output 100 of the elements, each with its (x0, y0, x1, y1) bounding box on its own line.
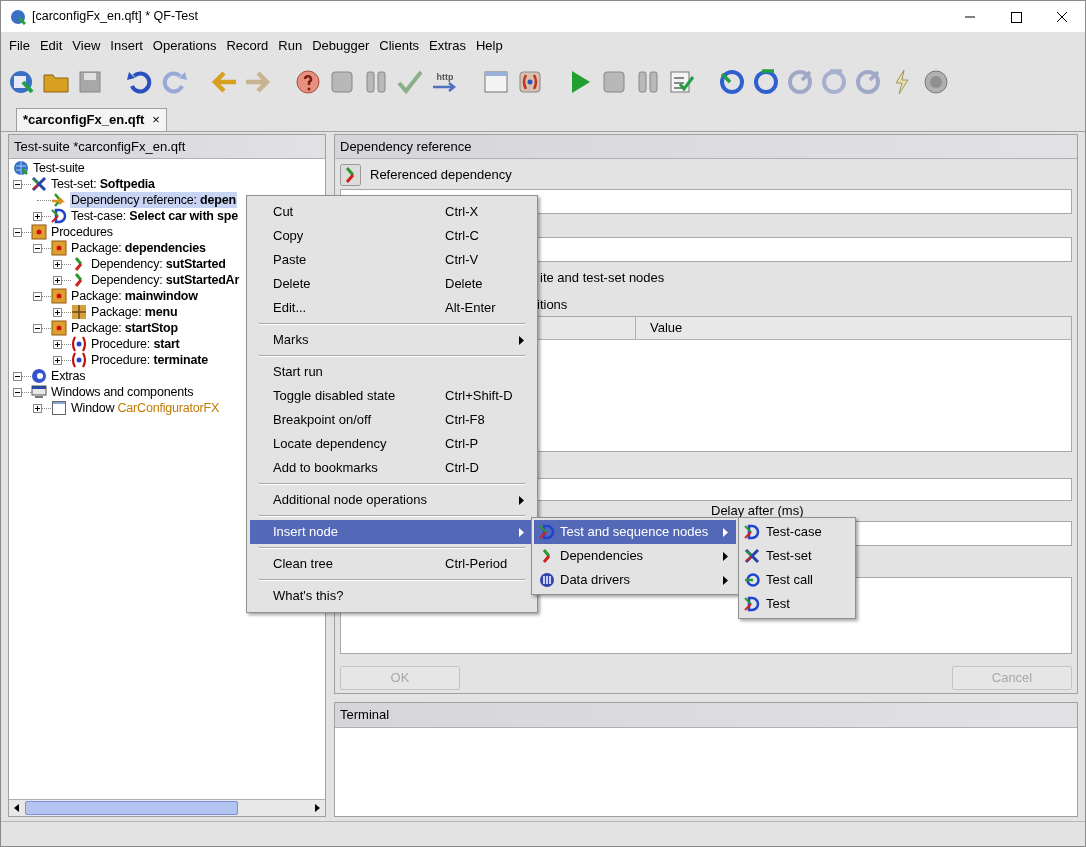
tree-item[interactable]: Window CarConfiguratorFX (70, 400, 221, 416)
menu-item[interactable]: Copy Ctrl-C (250, 224, 534, 248)
expand-toggle[interactable] (53, 355, 62, 365)
test-suite-icon[interactable] (8, 68, 36, 96)
tree-item[interactable]: Package: mainwindow (70, 288, 199, 304)
skip-over-icon[interactable] (820, 68, 848, 96)
tree-item[interactable]: Procedure: terminate (90, 352, 209, 368)
redo-icon[interactable] (160, 68, 188, 96)
checkbox-label: ite and test-set nodes (540, 269, 665, 288)
tree-item[interactable]: Dependency: sutStartedAr (90, 272, 241, 288)
horizontal-scrollbar[interactable] (9, 799, 325, 816)
menu-bar-item[interactable]: Extras (424, 36, 471, 56)
stop-icon[interactable] (600, 68, 628, 96)
package-icon (51, 320, 67, 336)
expand-toggle[interactable] (53, 339, 62, 349)
collapse-toggle[interactable] (13, 179, 22, 189)
menu-item[interactable]: Toggle disabled state Ctrl+Shift-D (250, 384, 534, 408)
http-button[interactable]: http (430, 68, 460, 96)
menu-item[interactable]: Delete Delete (250, 272, 534, 296)
menu-item[interactable]: Marks (250, 328, 534, 352)
menu-item[interactable]: Paste Ctrl-V (250, 248, 534, 272)
document-tab[interactable]: *carconfigFx_en.qft × (16, 108, 167, 131)
step-out-icon[interactable] (786, 68, 814, 96)
window-icon (51, 400, 67, 416)
tree-item[interactable]: Test-suite (32, 160, 86, 176)
window-icon[interactable] (482, 68, 510, 96)
tree-item[interactable]: Procedures (50, 224, 114, 240)
expand-toggle[interactable] (53, 259, 62, 269)
menu-item[interactable]: Add to bookmarks Ctrl-D (250, 456, 534, 480)
step-over-icon[interactable] (752, 68, 780, 96)
menu-item[interactable]: Additional node operations (250, 488, 534, 512)
tree-item[interactable]: Package: startStop (70, 320, 179, 336)
help-icon[interactable] (294, 68, 322, 96)
tree-item[interactable]: Windows and components (50, 384, 195, 400)
procedure-icon (71, 336, 87, 352)
collapse-toggle[interactable] (33, 291, 42, 301)
collapse-toggle[interactable] (13, 371, 22, 381)
menu-item[interactable]: Insert node (250, 520, 534, 544)
menu-bar-item[interactable]: Operations (147, 36, 222, 56)
menu-item[interactable]: Test (741, 592, 853, 616)
package-icon (31, 224, 47, 240)
stop-icon[interactable] (328, 68, 356, 96)
checkmark-icon[interactable] (396, 68, 424, 96)
package-icon (51, 288, 67, 304)
dependency-icon[interactable] (340, 164, 361, 186)
menu-item[interactable]: Test call (741, 568, 853, 592)
expand-toggle[interactable] (33, 403, 42, 413)
menu-bar-item[interactable]: Run (273, 36, 308, 56)
menu-item[interactable]: Cut Ctrl-X (250, 200, 534, 224)
menu-item[interactable]: Locate dependency Ctrl-P (250, 432, 534, 456)
undo-icon[interactable] (126, 68, 154, 96)
step-in-icon[interactable] (718, 68, 746, 96)
globe-icon (13, 160, 29, 176)
menu-item[interactable]: Test-case (741, 520, 853, 544)
field-label: Delay after (ms) (711, 503, 805, 520)
menu-item[interactable]: Dependencies (534, 544, 736, 568)
menu-bar-item[interactable]: File (4, 36, 35, 56)
checklist-icon[interactable] (668, 68, 696, 96)
tree-item[interactable]: Dependency: sutStarted (90, 256, 227, 272)
menu-bar-item[interactable]: Clients (374, 36, 425, 56)
tree-item[interactable]: Package: dependencies (70, 240, 207, 256)
tree-item[interactable]: Package: menu (90, 304, 179, 320)
collapse-toggle[interactable] (33, 323, 42, 333)
menu-item[interactable]: Clean tree Ctrl-Period (250, 552, 534, 576)
collapse-toggle[interactable] (33, 243, 42, 253)
submenu-arrow-icon (723, 551, 728, 561)
procedure-icon[interactable] (516, 68, 544, 96)
menu-bar-item[interactable]: Edit (34, 36, 68, 56)
ring-icon[interactable] (922, 68, 950, 96)
skip-out-icon[interactable] (854, 68, 882, 96)
tree-item[interactable]: Extras (50, 368, 87, 384)
menu-item[interactable]: Data drivers (534, 568, 736, 592)
table-label: itions (537, 296, 568, 315)
menu-item[interactable]: Breakpoint on/off Ctrl-F8 (250, 408, 534, 432)
test-set-icon (744, 548, 760, 564)
scrollbar-thumb[interactable] (25, 801, 238, 815)
menu-bar-item[interactable]: View (67, 36, 106, 56)
expand-toggle[interactable] (33, 211, 42, 221)
menu-item[interactable]: What's this? (250, 584, 534, 608)
tree-item[interactable]: Test-case: Select car with spe (70, 208, 239, 224)
menu-bar-item[interactable]: Record (221, 36, 274, 56)
procedure-icon (71, 352, 87, 368)
tab-close-icon[interactable]: × (152, 110, 160, 130)
menu-bar-item[interactable]: Insert (105, 36, 148, 56)
tree-item[interactable]: Procedure: start (90, 336, 181, 352)
menu-item[interactable]: Start run (250, 360, 534, 384)
tree-item[interactable]: Dependency reference: depen (70, 192, 237, 208)
expand-toggle[interactable] (53, 275, 62, 285)
expand-toggle[interactable] (53, 307, 62, 317)
submenu-arrow-icon (519, 527, 524, 537)
collapse-toggle[interactable] (13, 227, 22, 237)
menu-bar-item[interactable]: Debugger (307, 36, 375, 56)
app-icon (10, 8, 26, 25)
collapse-toggle[interactable] (13, 387, 22, 397)
menu-item[interactable]: Edit... Alt-Enter (250, 296, 534, 320)
menu-item[interactable]: Test-set (741, 544, 853, 568)
tree-item[interactable]: Test-set: Softpedia (50, 176, 156, 192)
menu-bar-item[interactable]: Help (470, 36, 508, 56)
menu-item[interactable]: Test and sequence nodes (534, 520, 736, 544)
floppy-icon[interactable] (76, 68, 104, 96)
